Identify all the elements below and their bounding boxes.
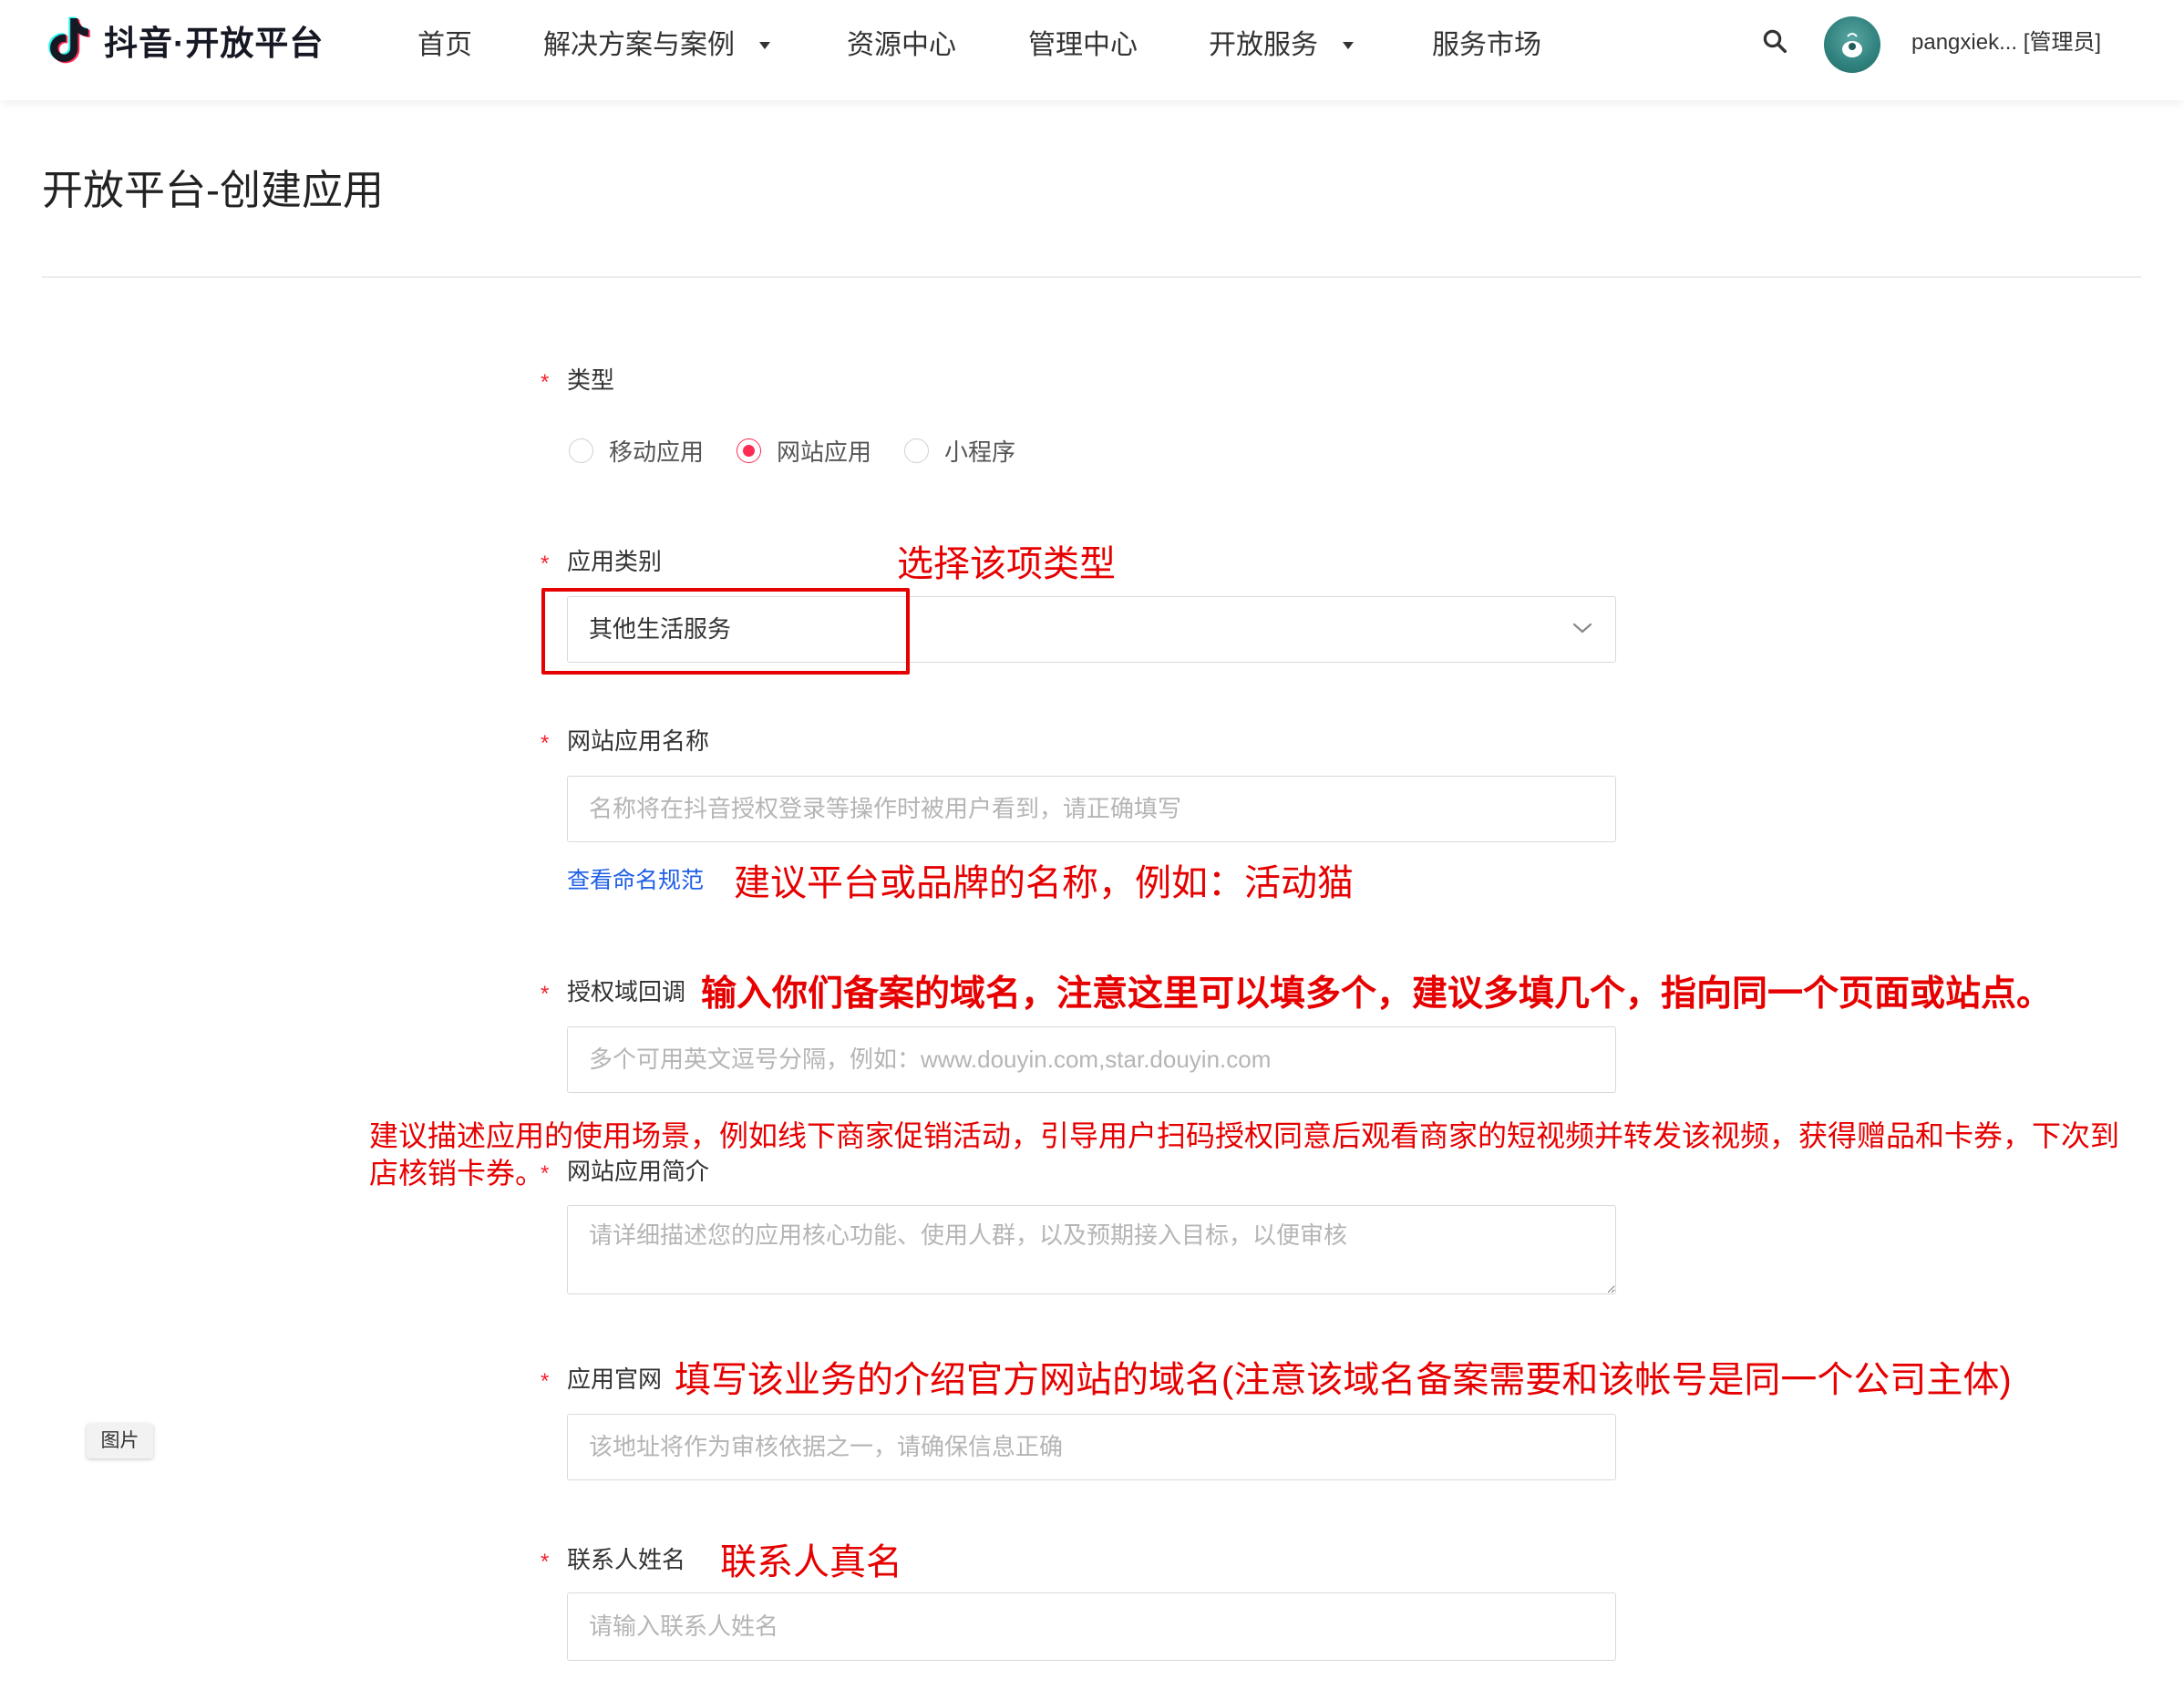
intro-label: 网站应用简介 <box>567 1158 710 1185</box>
category-select-value: 其他生活服务 <box>589 615 732 643</box>
radio-label: 网站应用 <box>777 438 872 466</box>
intro-textarea[interactable] <box>567 1205 1616 1294</box>
radio-label: 小程序 <box>944 438 1016 466</box>
radio-website-app[interactable]: 网站应用 <box>737 432 871 469</box>
douyin-logo-icon[interactable] <box>40 11 98 69</box>
auth-domain-label: 授权域回调 <box>567 978 686 1005</box>
website-label: 应用官网 <box>567 1365 663 1393</box>
avatar[interactable] <box>1824 16 1880 73</box>
radio-mini-program[interactable]: 小程序 <box>904 432 1015 469</box>
contact-annotation: 联系人真名 <box>720 1542 902 1582</box>
type-label-row: * 类型 <box>541 362 614 398</box>
required-mark: * <box>541 1550 550 1574</box>
radio-circle[interactable] <box>904 438 929 463</box>
chevron-down-icon <box>1572 623 1592 634</box>
contact-name-input[interactable] <box>567 1592 1616 1661</box>
required-mark: * <box>541 370 550 395</box>
contact-label-row: * 联系人姓名 <box>541 1541 685 1578</box>
contact-label: 联系人姓名 <box>567 1546 686 1573</box>
category-label-row: * 应用类别 <box>541 543 662 580</box>
radio-circle[interactable] <box>737 438 761 463</box>
auth-domain-label-row: * 授权域回调 <box>541 974 685 1010</box>
image-badge[interactable]: 图片 <box>87 1424 153 1458</box>
brand-name[interactable]: 抖音·开放平台 <box>104 24 324 64</box>
website-annotation: 填写该业务的介绍官方网站的域名(注意该域名备案需要和该帐号是同一个公司主体) <box>675 1360 2012 1400</box>
radio-circle[interactable] <box>569 438 593 463</box>
app-name-annotation: 建议平台或品牌的名称，例如：活动猫 <box>734 863 1354 903</box>
required-mark: * <box>541 731 550 756</box>
nav-item-open-services[interactable]: 开放服务 <box>1209 26 1318 66</box>
required-mark: * <box>541 1161 550 1186</box>
required-mark: * <box>541 551 550 576</box>
category-select[interactable]: 其他生活服务 <box>567 596 1616 663</box>
top-header: 抖音·开放平台 首页 解决方案与案例 资源中心 管理中心 开放服务 服务市场 p… <box>0 0 2184 100</box>
nav-item-management[interactable]: 管理中心 <box>1028 26 1138 66</box>
required-mark: * <box>541 1369 550 1394</box>
required-mark: * <box>541 982 550 1006</box>
nav-item-home[interactable]: 首页 <box>417 26 472 66</box>
nav-item-resources[interactable]: 资源中心 <box>847 26 956 66</box>
app-name-input[interactable] <box>567 776 1616 842</box>
website-input[interactable] <box>567 1414 1616 1480</box>
website-label-row: * 应用官网 <box>541 1361 662 1397</box>
search-icon[interactable] <box>1761 27 1788 55</box>
nav-item-solutions[interactable]: 解决方案与案例 <box>543 26 735 66</box>
auth-domain-input[interactable] <box>567 1026 1616 1093</box>
category-annotation: 选择该项类型 <box>897 544 1116 584</box>
naming-rules-link[interactable]: 查看命名规范 <box>567 862 704 899</box>
nav-item-marketplace[interactable]: 服务市场 <box>1432 26 1541 66</box>
avatar-image <box>1842 33 1862 57</box>
radio-mobile-app[interactable]: 移动应用 <box>569 432 704 469</box>
app-name-label-row: * 网站应用名称 <box>541 723 709 759</box>
user-name[interactable]: pangxiek... [管理员] <box>1911 25 2101 61</box>
caret-down-icon[interactable] <box>757 40 772 51</box>
title-divider <box>42 276 2141 278</box>
page-title: 开放平台-创建应用 <box>42 167 384 213</box>
type-label: 类型 <box>567 366 615 394</box>
category-label: 应用类别 <box>567 548 663 575</box>
app-name-label: 网站应用名称 <box>567 727 710 755</box>
auth-domain-annotation: 输入你们备案的域名，注意这里可以填多个，建议多填几个，指向同一个页面或站点。 <box>701 974 2053 1014</box>
intro-label-row: * 网站应用简介 <box>541 1153 709 1190</box>
caret-down-icon[interactable] <box>1341 40 1355 51</box>
radio-label: 移动应用 <box>609 438 705 466</box>
